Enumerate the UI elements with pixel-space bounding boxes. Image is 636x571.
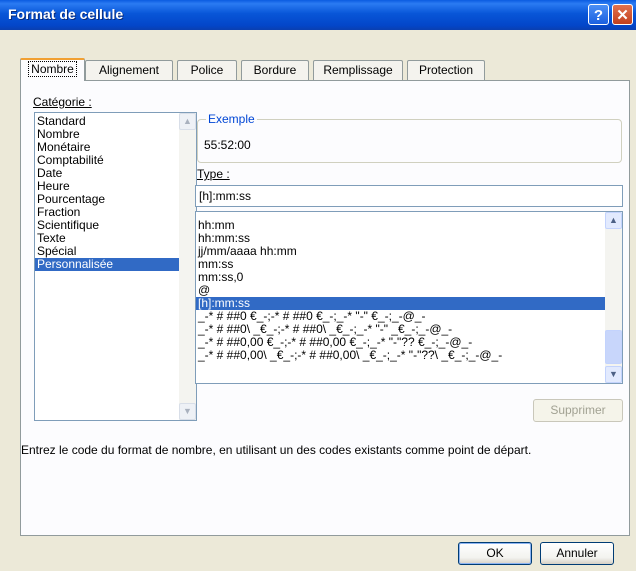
type-item[interactable]: @ xyxy=(196,284,605,297)
type-items: hh:mm hh:mm:ss jj/mm/aaaa hh:mm mm:ss mm:ss,… xyxy=(196,219,605,362)
sample-group: Exemple 55:52:00 xyxy=(197,112,622,163)
category-scrollbar[interactable]: ▲ ▼ xyxy=(179,113,196,420)
tab-label: Nombre xyxy=(28,61,77,77)
chevron-down-icon[interactable]: ▼ xyxy=(605,366,622,383)
tab-remplissage[interactable]: Remplissage xyxy=(313,60,403,80)
title-bar[interactable]: Format de cellule ? ✕ xyxy=(0,0,636,30)
type-item[interactable]: mm:ss xyxy=(196,258,605,271)
tab-label: Alignement xyxy=(98,63,160,77)
category-items: Standard Nombre Monétaire Comptabilité Date H… xyxy=(35,115,179,271)
help-button[interactable]: ? xyxy=(588,4,609,25)
type-listbox[interactable]: hh:mm hh:mm:ss jj/mm/aaaa hh:mm mm:ss mm:ss,… xyxy=(195,211,623,384)
close-icon: ✕ xyxy=(616,7,629,24)
category-listbox[interactable]: Standard Nombre Monétaire Comptabilité Date H… xyxy=(34,112,197,421)
type-input[interactable]: [h]:mm:ss xyxy=(195,185,623,207)
type-label-text: Type : xyxy=(197,167,230,181)
type-item[interactable]: _-* # ##0,00\ _€_-;-* # ##0,00\ _€_-;_-*… xyxy=(196,349,605,362)
scroll-thumb[interactable] xyxy=(605,330,622,364)
tab-panel-nombre: Catégorie : Standard Nombre Monétaire Compt… xyxy=(20,80,630,536)
chevron-up-icon[interactable]: ▲ xyxy=(179,113,196,130)
tab-label: Protection xyxy=(418,63,474,77)
description-text: Entrez le code du format de nombre, en u… xyxy=(21,443,532,457)
tab-bordure[interactable]: Bordure xyxy=(241,60,309,80)
ok-button[interactable]: OK xyxy=(458,542,532,565)
type-label: Type : xyxy=(197,167,230,181)
tab-label: Police xyxy=(190,63,224,77)
type-item[interactable]: mm:ss,0 xyxy=(196,271,605,284)
close-button[interactable]: ✕ xyxy=(612,4,633,25)
category-label-text: Catégorie : xyxy=(33,95,92,109)
tab-police[interactable]: Police xyxy=(177,60,237,80)
help-icon: ? xyxy=(593,7,604,24)
type-scrollbar[interactable]: ▲ ▼ xyxy=(605,212,622,383)
cancel-button[interactable]: Annuler xyxy=(540,542,614,565)
sample-legend: Exemple xyxy=(206,112,257,126)
chevron-down-icon[interactable]: ▼ xyxy=(179,403,196,420)
type-item[interactable]: jj/mm/aaaa hh:mm xyxy=(196,245,605,258)
window-title: Format de cellule xyxy=(8,6,124,22)
chevron-up-icon[interactable]: ▲ xyxy=(605,212,622,229)
tab-nombre[interactable]: Nombre xyxy=(20,58,85,81)
tab-alignement[interactable]: Alignement xyxy=(85,60,173,80)
category-label: Catégorie : xyxy=(33,95,92,109)
tab-label: Remplissage xyxy=(323,63,393,77)
sample-value: 55:52:00 xyxy=(204,138,251,152)
delete-button[interactable]: Supprimer xyxy=(533,399,623,422)
category-item[interactable]: Personnalisée xyxy=(35,258,179,271)
type-item[interactable]: hh:mm xyxy=(196,219,605,232)
format-cells-dialog: Format de cellule ? ✕ Nombre Alignement … xyxy=(0,0,636,571)
tab-label: Bordure xyxy=(253,63,297,77)
tab-protection[interactable]: Protection xyxy=(407,60,485,80)
